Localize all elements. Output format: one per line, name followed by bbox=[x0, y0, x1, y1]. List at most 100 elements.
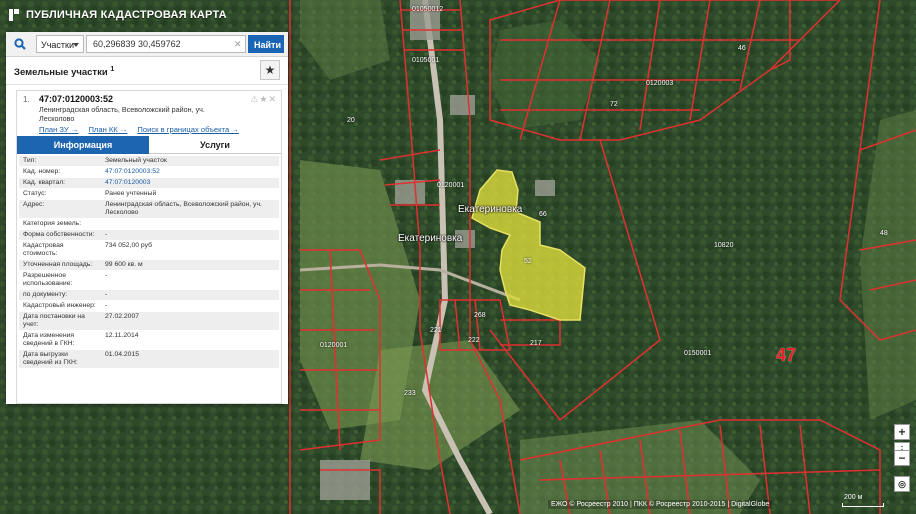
info-row: Адрес: Ленинградская область, Всеволожски… bbox=[19, 200, 279, 219]
cadastral-label: 0105001 bbox=[412, 57, 440, 64]
info-value[interactable]: 47:07:0120003 bbox=[101, 178, 279, 188]
info-value: 27.02.2007 bbox=[105, 313, 140, 320]
locate-icon[interactable]: ◎ bbox=[894, 476, 910, 492]
cadastral-label: 0120001 bbox=[437, 182, 465, 189]
app-brand[interactable]: ПУБЛИЧНАЯ КАДАСТРОВАЯ КАРТА bbox=[8, 8, 227, 22]
parcel-tabs: Информация Услуги bbox=[17, 136, 281, 154]
info-value: - bbox=[105, 231, 108, 238]
info-row: Тип: Земельный участок bbox=[19, 156, 279, 167]
info-key: Разрешенное использование: bbox=[23, 272, 73, 287]
cadastral-label: 0120001 bbox=[320, 342, 348, 349]
info-key: Дата постановки на учет: bbox=[23, 313, 85, 328]
info-key: Кад. квартал: bbox=[23, 179, 66, 186]
cadastral-label: 0120003 bbox=[646, 80, 674, 87]
results-count: 1 bbox=[110, 66, 115, 73]
cadastral-label: 20 bbox=[347, 117, 355, 124]
info-value: Земельный участок bbox=[105, 157, 167, 164]
info-key: по документу: bbox=[23, 291, 68, 298]
plan-kk-link[interactable]: План КК → bbox=[88, 125, 127, 134]
info-row: Категория земель: bbox=[19, 219, 279, 230]
cadastral-label: 0150001 bbox=[684, 350, 712, 357]
find-button[interactable]: Найти bbox=[248, 35, 284, 53]
info-value: - bbox=[105, 291, 108, 298]
town-label: Екатериновка bbox=[458, 204, 523, 215]
info-key: Дата изменения сведений в ГКН: bbox=[23, 332, 75, 347]
info-value: Ранее учтенный bbox=[105, 190, 157, 197]
cadastral-label: 217 bbox=[530, 340, 542, 347]
info-value: - bbox=[105, 302, 108, 309]
cadastral-label: 66 bbox=[539, 211, 547, 218]
search-panel: Участки ✕ Найти Земельные участки 1 ★ 1.… bbox=[6, 32, 288, 404]
info-row: Разрешенное использование: - bbox=[19, 271, 279, 290]
parcel-index: 1. bbox=[23, 95, 30, 104]
zoom-out-button[interactable]: − bbox=[894, 450, 910, 466]
parcel-links: План ЗУ → План КК → Поиск в границах объ… bbox=[39, 125, 239, 134]
region-label: 47 bbox=[776, 345, 797, 365]
info-key: Кадастровый инженер: bbox=[23, 302, 96, 309]
info-row: Статус: Ранее учтенный bbox=[19, 189, 279, 200]
scale-bar bbox=[842, 503, 884, 507]
search-in-bounds-link[interactable]: Поиск в границах объекта → bbox=[137, 125, 238, 134]
cadastral-label: 268 bbox=[474, 312, 486, 319]
cadastral-label: 221 bbox=[430, 327, 442, 334]
info-key: Кад. номер: bbox=[23, 168, 61, 175]
info-value: 734 052,00 руб bbox=[105, 242, 152, 249]
warning-icon[interactable]: ⚠ bbox=[250, 94, 259, 104]
parcel-address: Ленинградская область, Всеволожский райо… bbox=[39, 105, 205, 123]
info-row: Форма собственности: - bbox=[19, 230, 279, 241]
object-type-select[interactable]: Участки bbox=[36, 35, 84, 53]
info-row: Уточненная площадь: 99 600 кв. м bbox=[19, 260, 279, 271]
search-icon[interactable] bbox=[14, 38, 26, 50]
top-bar: ПУБЛИЧНАЯ КАДАСТРОВАЯ КАРТА bbox=[0, 0, 916, 30]
cadastral-label: 10820 bbox=[714, 242, 734, 249]
chevron-down-icon bbox=[73, 43, 79, 47]
info-value: 99 600 кв. м bbox=[105, 261, 143, 268]
info-key: Категория земель: bbox=[23, 220, 82, 227]
cadastral-label: 233 bbox=[404, 390, 416, 397]
zoom-in-button[interactable]: + bbox=[894, 424, 910, 440]
info-row: по документу: - bbox=[19, 290, 279, 301]
close-icon[interactable]: ✕ bbox=[268, 94, 277, 104]
cadastral-label: 52 bbox=[524, 258, 532, 265]
info-value[interactable]: 47:07:0120003:52 bbox=[101, 167, 279, 177]
info-key: Кадастровая стоимость: bbox=[23, 242, 64, 257]
object-type-value: Участки bbox=[41, 40, 74, 50]
cadastral-label: 48 bbox=[880, 230, 888, 237]
info-row: Дата изменения сведений в ГКН: 12.11.2014 bbox=[19, 331, 279, 350]
info-row: Кадастровая стоимость: 734 052,00 руб bbox=[19, 241, 279, 260]
cadastral-label: 222 bbox=[468, 337, 480, 344]
favorites-button[interactable]: ★ bbox=[260, 60, 280, 80]
scale-label: 200 м bbox=[844, 494, 863, 501]
info-table: Тип: Земельный участок Кад. номер: 47:07:01… bbox=[19, 156, 279, 369]
town-label: Екатериновка bbox=[398, 233, 463, 244]
attribution: ЕЖО © Росреестр 2010 | ПКК © Росреестр 2… bbox=[548, 500, 773, 509]
clear-icon[interactable]: ✕ bbox=[234, 39, 242, 49]
star-icon: ★ bbox=[264, 63, 276, 77]
info-value: - bbox=[105, 272, 108, 279]
info-row: Кад. номер: 47:07:0120003:52 bbox=[19, 167, 279, 178]
results-title: Земельные участки 1 bbox=[14, 66, 115, 79]
info-key: Тип: bbox=[23, 157, 37, 164]
info-value bbox=[101, 219, 279, 229]
tab-services[interactable]: Услуги bbox=[149, 136, 281, 154]
info-key: Статус: bbox=[23, 190, 47, 197]
info-key: Форма собственности: bbox=[23, 231, 95, 238]
info-key: Адрес: bbox=[23, 201, 45, 208]
info-row: Кадастровый инженер: - bbox=[19, 301, 279, 312]
search-input[interactable] bbox=[86, 35, 246, 53]
info-key: Уточненная площадь: bbox=[23, 261, 93, 268]
logo-icon bbox=[9, 9, 19, 21]
parcel-actions: ⚠★✕ bbox=[250, 94, 277, 105]
app-title: ПУБЛИЧНАЯ КАДАСТРОВАЯ КАРТА bbox=[26, 9, 227, 21]
plan-zu-link[interactable]: План ЗУ → bbox=[39, 125, 78, 134]
cadastral-label: 72 bbox=[610, 101, 618, 108]
tab-info[interactable]: Информация bbox=[17, 136, 149, 154]
search-bar: Участки ✕ Найти bbox=[6, 32, 288, 57]
info-row: Кад. квартал: 47:07:0120003 bbox=[19, 178, 279, 189]
info-value: 12.11.2014 bbox=[105, 332, 139, 339]
info-row: Дата постановки на учет: 27.02.2007 bbox=[19, 312, 279, 331]
info-value: 01.04.2015 bbox=[105, 351, 140, 358]
cadastral-label: 01050012 bbox=[412, 6, 444, 13]
info-key: Дата выгрузки сведений из ГКН: bbox=[23, 351, 78, 366]
parcel-cad-number[interactable]: 47:07:0120003:52 bbox=[39, 94, 113, 104]
